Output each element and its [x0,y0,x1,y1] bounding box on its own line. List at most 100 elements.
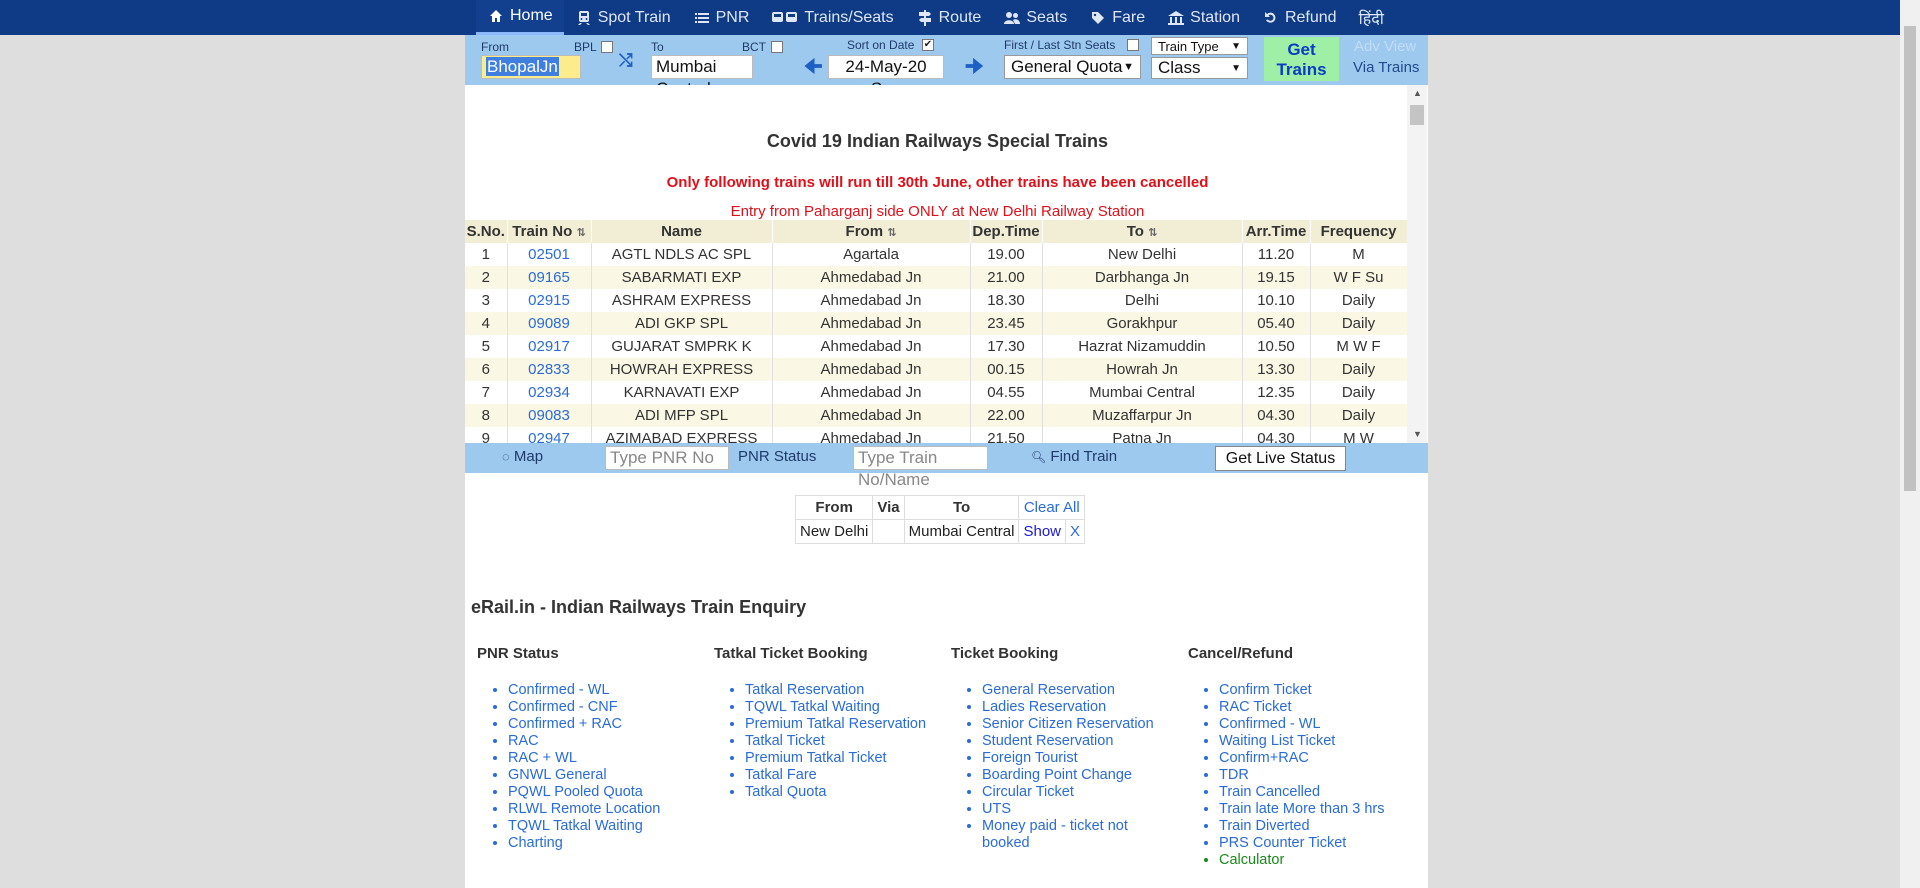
class-select[interactable]: Class ▼ [1151,57,1248,79]
via-trains-link[interactable]: Via Trains [1353,59,1419,76]
nav-spot-train[interactable]: Spot Train [564,0,682,35]
nav-pnr[interactable]: PNR [682,0,761,35]
recent-route-remove-button[interactable]: X [1065,519,1086,544]
footer-link[interactable]: TDR [1219,767,1412,784]
nav-home[interactable]: Home [476,0,564,35]
footer-link[interactable]: UTS [982,801,1175,818]
date-input[interactable]: 24-May-20 Sun [828,55,944,98]
footer-link[interactable]: Boarding Point Change [982,767,1175,784]
footer-link[interactable]: TQWL Tatkal Waiting [508,818,701,835]
footer-link[interactable]: Senior Citizen Reservation [982,716,1175,733]
first-last-stn-checkbox[interactable] [1127,39,1139,51]
from-station-input[interactable]: BhopalJn [481,55,581,79]
cell-arr: 05.40 [1242,312,1311,335]
footer-link[interactable]: General Reservation [982,682,1175,699]
col-from[interactable]: From ⇅ [772,220,971,243]
find-train-button[interactable]: 🔍︎ Find Train [1031,448,1117,465]
nav-hindi[interactable]: हिंदी [1348,0,1395,35]
footer-link[interactable]: Confirm+RAC [1219,750,1412,767]
sort-on-date-checkbox[interactable]: ✔ [922,39,934,51]
train-number-link[interactable]: 09083 [507,404,592,427]
cell-arr: 13.30 [1242,358,1311,381]
trains-scroll-area[interactable]: Covid 19 Indian Railways Special Trains … [465,85,1428,443]
nav-route[interactable]: Route [905,0,993,35]
footer-link[interactable]: Confirmed + RAC [508,716,701,733]
nav-seats[interactable]: Seats [992,0,1078,35]
col-to[interactable]: To ⇅ [1042,220,1243,243]
clear-all-link[interactable]: Clear All [1018,495,1086,520]
footer-col-title: Tatkal Ticket Booking [714,645,868,662]
footer-link[interactable]: Train late More than 3 hrs [1219,801,1412,818]
footer-link[interactable]: Calculator [1219,852,1412,869]
nav-fare[interactable]: Fare [1078,0,1156,35]
next-date-arrow-icon[interactable]: 🠊 [965,52,984,86]
col-train-no[interactable]: Train No ⇅ [507,220,592,243]
footer-link[interactable]: Waiting List Ticket [1219,733,1412,750]
pnr-input[interactable]: Type PNR No [605,446,729,470]
quota-select[interactable]: General Quota ▼ [1004,55,1141,79]
bct-checkbox[interactable] [771,41,783,53]
nav-station[interactable]: Station [1156,0,1251,35]
scroll-up-icon[interactable]: ▲ [1413,88,1422,98]
footer-link[interactable]: Ladies Reservation [982,699,1175,716]
footer-link[interactable]: RAC [508,733,701,750]
table-scrollbar[interactable]: ▲ ▼ [1407,85,1427,443]
table-scrollbar-thumb[interactable] [1410,105,1424,125]
train-number-link[interactable]: 02947 [507,427,592,443]
footer-link[interactable]: Circular Ticket [982,784,1175,801]
page-scrollbar-thumb[interactable] [1904,26,1916,491]
swap-stations-icon[interactable]: ⤭ [619,51,633,71]
footer-link[interactable]: Tatkal Quota [745,784,938,801]
map-link[interactable]: ◌ Map [502,448,543,465]
footer-link[interactable]: Train Diverted [1219,818,1412,835]
bpl-label: BPL [574,40,597,54]
footer-link[interactable]: Confirmed - WL [508,682,701,699]
get-live-status-button[interactable]: Get Live Status [1215,446,1346,471]
footer-link[interactable]: RLWL Remote Location [508,801,701,818]
train-number-link[interactable]: 09089 [507,312,592,335]
adv-view-link[interactable]: Adv View [1354,38,1416,55]
get-trains-button[interactable]: Get Trains [1264,37,1339,81]
train-number-link[interactable]: 02833 [507,358,592,381]
nav-refund-label: Refund [1284,8,1337,26]
footer-link[interactable]: RAC Ticket [1219,699,1412,716]
footer-link[interactable]: GNWL General [508,767,701,784]
footer-link[interactable]: Charting [508,835,701,852]
to-station-input[interactable]: Mumbai Central [651,55,753,98]
footer-link[interactable]: PRS Counter Ticket [1219,835,1412,852]
footer-link[interactable]: Confirmed - WL [1219,716,1412,733]
recent-route-show-link[interactable]: Show [1018,519,1067,544]
footer-link[interactable]: Tatkal Ticket [745,733,938,750]
table-row: 2 09165 SABARMATI EXP Ahmedabad Jn 21.00 Darb… [465,266,1408,289]
bpl-checkbox[interactable] [601,41,613,53]
footer-link[interactable]: Premium Tatkal Ticket [745,750,938,767]
footer-link[interactable]: Student Reservation [982,733,1175,750]
footer-link[interactable]: TQWL Tatkal Waiting [745,699,938,716]
footer-link[interactable]: Premium Tatkal Reservation [745,716,938,733]
station-icon [1167,9,1185,27]
train-number-link[interactable]: 02934 [507,381,592,404]
prev-date-arrow-icon[interactable]: 🠈 [804,52,823,86]
footer-link[interactable]: Foreign Tourist [982,750,1175,767]
scroll-down-icon[interactable]: ▼ [1413,429,1422,439]
footer-link[interactable]: Tatkal Reservation [745,682,938,699]
nav-trains-seats[interactable]: Trains/Seats [760,0,904,35]
train-number-link[interactable]: 02917 [507,335,592,358]
nav-refund[interactable]: Refund [1251,0,1348,35]
train-search-input[interactable]: Type Train No/Name [853,446,988,489]
train-number-link[interactable]: 09165 [507,266,592,289]
train-type-select[interactable]: Train Type ▼ [1151,37,1248,55]
footer-link[interactable]: Confirm Ticket [1219,682,1412,699]
nav-pnr-label: PNR [715,8,750,26]
footer-link[interactable]: Money paid - ticket not booked [982,818,1175,852]
footer-link[interactable]: Train Cancelled [1219,784,1412,801]
footer-link[interactable]: PQWL Pooled Quota [508,784,701,801]
page-scrollbar[interactable] [1900,0,1920,888]
train-number-link[interactable]: 02501 [507,243,592,266]
footer-link[interactable]: Tatkal Fare [745,767,938,784]
pnr-status-button[interactable]: PNR Status [738,448,816,465]
footer-link[interactable]: RAC + WL [508,750,701,767]
train-number-link[interactable]: 02915 [507,289,592,312]
footer-link[interactable]: Confirmed - CNF [508,699,701,716]
cell-to: Darbhanga Jn [1042,266,1243,289]
